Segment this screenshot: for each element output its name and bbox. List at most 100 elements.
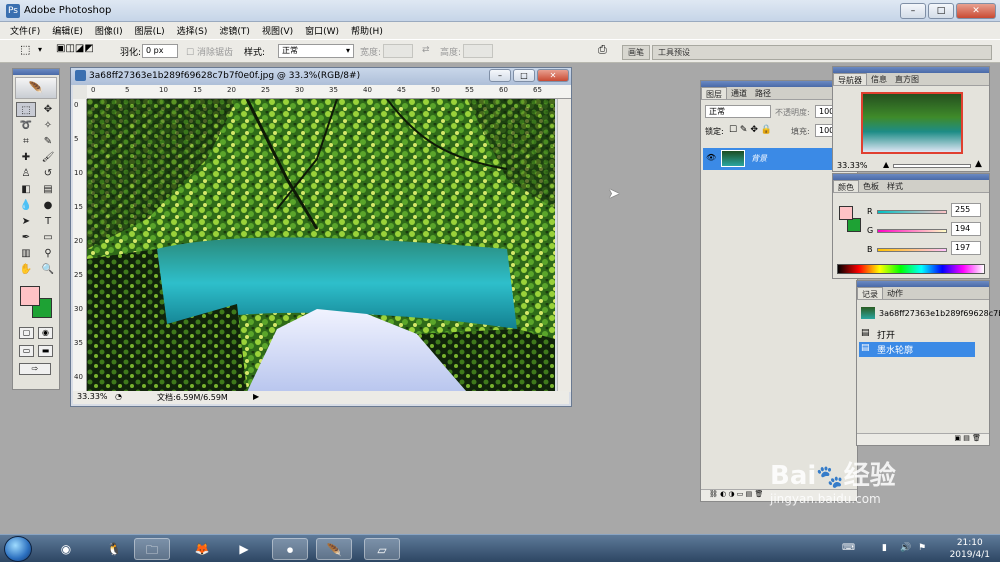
- taskbar-photoshop-icon[interactable]: 🪶: [316, 538, 352, 560]
- crop-tool-icon[interactable]: ⌗: [16, 134, 36, 149]
- taskbar-qq-icon[interactable]: 🐧: [96, 538, 132, 560]
- lasso-tool-icon[interactable]: ➰: [16, 118, 36, 133]
- type-tool-icon[interactable]: T: [38, 214, 58, 229]
- close-button[interactable]: ✕: [956, 3, 996, 19]
- pen-tool-icon[interactable]: ✒: [16, 230, 36, 245]
- tab-actions[interactable]: 动作: [883, 287, 907, 299]
- standard-mode-button[interactable]: ▢: [19, 327, 34, 339]
- layer-style-icon[interactable]: ⛓ ◐ ◑ ▭ ▤ 🗑: [709, 490, 763, 498]
- path-select-icon[interactable]: ➤: [16, 214, 36, 229]
- color-bg-swatch[interactable]: [847, 218, 861, 232]
- tab-info[interactable]: 信息: [867, 73, 891, 85]
- horizontal-ruler[interactable]: 0 5 10 15 20 25 30 35 40 45 50 55 60 65: [87, 85, 571, 99]
- history-item-ink-outlines[interactable]: ▤ 墨水轮廓: [859, 342, 975, 357]
- lock-icons[interactable]: ☐ ✎ ✥ 🔒: [729, 125, 772, 135]
- history-snapshot[interactable]: 3a68ff27363e1b289f69628c7b7f0e0f...: [859, 307, 1000, 322]
- brush-tool-icon[interactable]: 🖌: [38, 150, 58, 165]
- antialias-checkbox[interactable]: ☐ 消除锯齿: [186, 45, 233, 58]
- selection-mode-icons[interactable]: ▣◫◪◩: [56, 43, 94, 54]
- history-grip[interactable]: [857, 281, 989, 287]
- well-tab-brushes[interactable]: 画笔: [622, 45, 650, 60]
- zoom-preview-icon[interactable]: ◔: [115, 392, 122, 401]
- eyedropper-icon[interactable]: ⚲: [38, 246, 58, 261]
- zoom-readout[interactable]: 33.33%: [77, 392, 108, 401]
- tab-styles[interactable]: 样式: [883, 180, 907, 192]
- blend-mode-select[interactable]: 正常: [705, 105, 771, 118]
- blur-tool-icon[interactable]: 💧: [16, 198, 36, 213]
- b-slider[interactable]: [877, 248, 947, 252]
- history-item-open[interactable]: ▤ 打开: [859, 327, 975, 342]
- menu-edit[interactable]: 编辑(E): [52, 24, 83, 37]
- toolbox-grip[interactable]: [13, 69, 59, 75]
- clone-stamp-icon[interactable]: ♙: [16, 166, 36, 181]
- magic-wand-icon[interactable]: ✧: [38, 118, 58, 133]
- tray-volume-icon[interactable]: 🔊: [900, 543, 911, 553]
- taskbar-clock[interactable]: 21:10 2019/4/1: [950, 537, 990, 561]
- b-input[interactable]: 197: [951, 241, 981, 255]
- jump-to-imageready-button[interactable]: ⇨: [19, 363, 51, 375]
- document-titlebar[interactable]: 3a68ff27363e1b289f69628c7b7f0e0f.jpg @ 3…: [71, 68, 571, 85]
- swap-icon[interactable]: ⇄: [422, 45, 430, 55]
- tray-keyboard-icon[interactable]: ⌨: [842, 543, 855, 553]
- tab-color[interactable]: 颜色: [833, 180, 859, 192]
- zoom-tool-icon[interactable]: 🔍: [38, 262, 58, 277]
- healing-brush-icon[interactable]: ✚: [16, 150, 36, 165]
- tool-preset-dropdown-icon[interactable]: ▾: [38, 45, 42, 54]
- start-button[interactable]: [4, 536, 32, 562]
- slice-tool-icon[interactable]: ✎: [38, 134, 58, 149]
- doc-minimize-button[interactable]: –: [489, 69, 511, 82]
- menu-file[interactable]: 文件(F): [10, 24, 40, 37]
- quick-mask-button[interactable]: ◉: [38, 327, 53, 339]
- feather-logo-icon[interactable]: 🪶: [15, 77, 57, 99]
- file-browser-icon[interactable]: ⎙: [598, 43, 607, 57]
- feather-input[interactable]: 0 px: [142, 44, 178, 58]
- color-grip[interactable]: [833, 174, 989, 180]
- move-tool-icon[interactable]: ✥: [38, 102, 58, 117]
- well-tab-tool-presets[interactable]: 工具预设: [652, 45, 992, 60]
- tab-history[interactable]: 记录: [857, 287, 883, 299]
- taskbar-recorder-icon[interactable]: ⏺: [272, 538, 308, 560]
- ruler-origin[interactable]: [73, 85, 87, 99]
- menu-window[interactable]: 窗口(W): [305, 24, 339, 37]
- navigator-preview[interactable]: [861, 92, 963, 154]
- menu-filter[interactable]: 滤镜(T): [219, 24, 250, 37]
- tab-paths[interactable]: 路径: [751, 87, 775, 99]
- foreground-color-swatch[interactable]: [20, 286, 40, 306]
- eye-icon[interactable]: 👁: [706, 153, 716, 162]
- tab-histogram[interactable]: 直方图: [891, 73, 923, 85]
- width-input[interactable]: [383, 44, 413, 58]
- hand-tool-icon[interactable]: ✋: [16, 262, 36, 277]
- g-slider[interactable]: [877, 229, 947, 233]
- tray-network-icon[interactable]: ▮: [882, 543, 887, 553]
- taskbar-firefox-icon[interactable]: 🦊: [184, 538, 220, 560]
- image-canvas[interactable]: [87, 99, 555, 392]
- doc-maximize-button[interactable]: □: [513, 69, 535, 82]
- gradient-tool-icon[interactable]: ▤: [38, 182, 58, 197]
- eraser-tool-icon[interactable]: ◧: [16, 182, 36, 197]
- taskbar-360-icon[interactable]: ◉: [48, 538, 84, 560]
- zoom-in-icon[interactable]: ▲: [975, 159, 982, 169]
- screen-mode-full-button[interactable]: ▬: [38, 345, 53, 357]
- history-footer-icons[interactable]: ▣ ▤ 🗑: [954, 434, 981, 442]
- menu-layer[interactable]: 图层(L): [135, 24, 165, 37]
- g-input[interactable]: 194: [951, 222, 981, 236]
- layer-row-background[interactable]: 👁 背景: [703, 148, 833, 170]
- screen-mode-standard-button[interactable]: ▭: [19, 345, 34, 357]
- r-slider[interactable]: [877, 210, 947, 214]
- dodge-tool-icon[interactable]: ●: [38, 198, 58, 213]
- height-input[interactable]: [463, 44, 493, 58]
- marquee-tool-icon[interactable]: ⬚: [16, 102, 36, 117]
- vertical-scrollbar[interactable]: [557, 99, 571, 392]
- menu-select[interactable]: 选择(S): [177, 24, 208, 37]
- minimize-button[interactable]: –: [900, 3, 926, 19]
- maximize-button[interactable]: □: [928, 3, 954, 19]
- doc-close-button[interactable]: ✕: [537, 69, 569, 82]
- taskbar-explorer-icon[interactable]: 🗀: [134, 538, 170, 560]
- tab-navigator[interactable]: 导航器: [833, 73, 867, 85]
- marquee-tool-icon[interactable]: ⬚: [20, 43, 30, 56]
- menu-view[interactable]: 视图(V): [262, 24, 293, 37]
- color-fg-swatch[interactable]: [839, 206, 853, 220]
- color-spectrum-bar[interactable]: [837, 264, 985, 274]
- navigator-grip[interactable]: [833, 67, 989, 73]
- shape-tool-icon[interactable]: ▭: [38, 230, 58, 245]
